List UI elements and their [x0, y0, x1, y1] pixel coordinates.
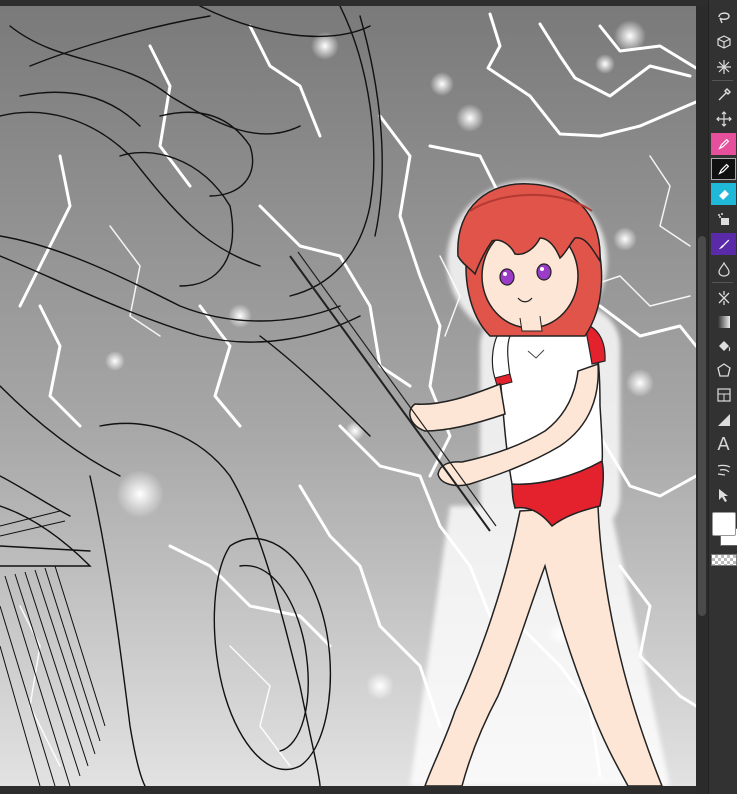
frame-icon[interactable] [711, 384, 736, 406]
toolbox-separator [712, 282, 733, 283]
cube-icon[interactable] [711, 31, 736, 53]
balloon-icon[interactable] [711, 459, 736, 481]
girl-eye-left [499, 268, 515, 286]
canvas-vertical-scrollbar[interactable] [696, 6, 708, 794]
pen-black-icon[interactable] [711, 158, 736, 180]
drawing-canvas[interactable] [0, 6, 696, 786]
shape-polygon-icon[interactable] [711, 359, 736, 381]
object-select-icon[interactable] [711, 484, 736, 506]
girl-eye-right [536, 263, 552, 281]
transparent-color-swatch[interactable] [711, 554, 737, 566]
sparkle-decoration-icon[interactable] [711, 287, 736, 309]
main-color-swatch[interactable] [712, 512, 736, 536]
eyedropper-icon[interactable] [711, 84, 736, 106]
gradient-icon[interactable] [711, 311, 736, 333]
bottom-bar [0, 786, 696, 794]
fill-bucket-icon[interactable] [711, 335, 736, 357]
ruler-icon[interactable] [711, 409, 736, 431]
move-arrows-icon[interactable] [711, 108, 736, 130]
airbrush-icon[interactable] [711, 208, 736, 230]
text-icon[interactable]: A [711, 434, 736, 456]
eraser-cyan-icon[interactable] [711, 183, 736, 205]
scrollbar-thumb[interactable] [698, 236, 706, 616]
pen-pink-icon[interactable] [711, 133, 736, 155]
lasso-icon[interactable] [711, 6, 736, 28]
sparkle-icon[interactable] [711, 56, 736, 78]
toolbox-separator [712, 80, 733, 81]
brush-purple-icon[interactable] [711, 233, 736, 255]
blend-drop-icon[interactable] [711, 258, 736, 280]
